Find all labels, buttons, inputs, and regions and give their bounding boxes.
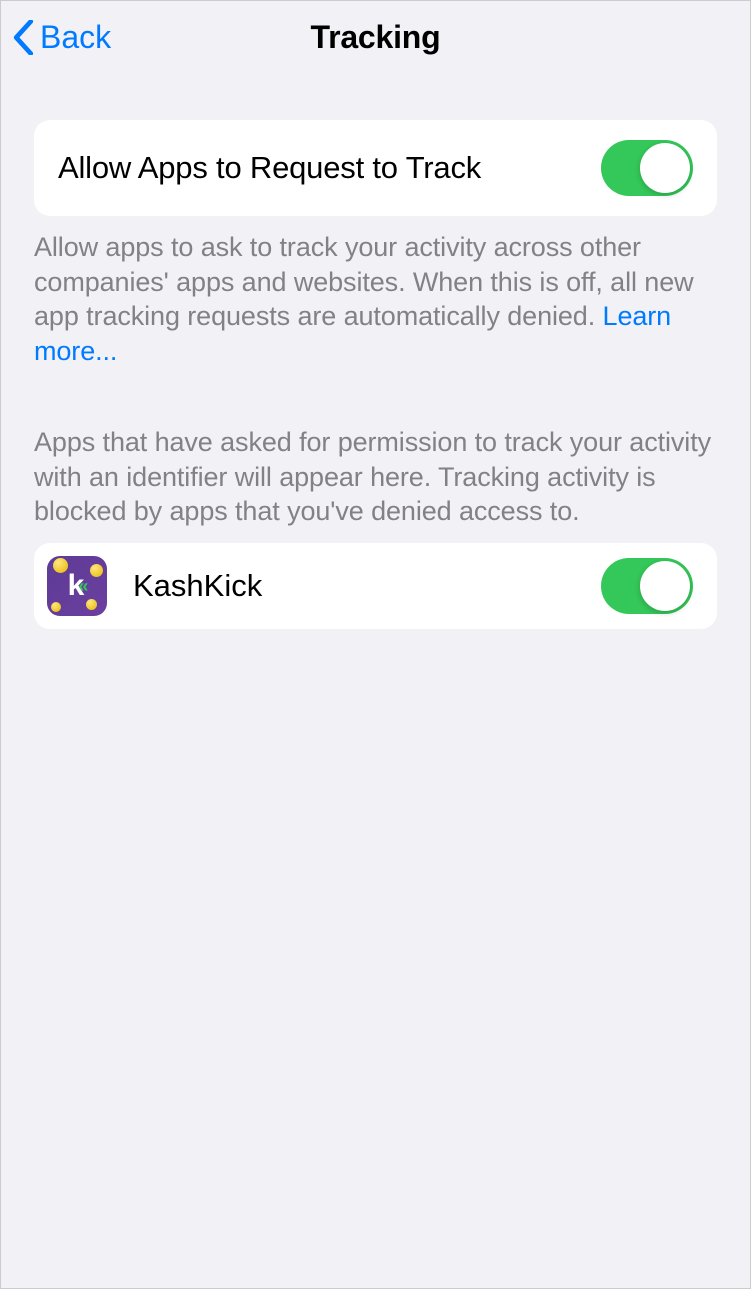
allow-tracking-label: Allow Apps to Request to Track xyxy=(58,150,481,186)
nav-header: Back Tracking xyxy=(1,1,750,74)
allow-tracking-row: Allow Apps to Request to Track xyxy=(34,120,717,216)
app-row-kashkick: k« KashKick xyxy=(34,543,717,629)
description-text: Allow apps to ask to track your activity… xyxy=(34,232,694,331)
back-button[interactable]: Back xyxy=(13,19,111,56)
back-label: Back xyxy=(40,19,111,56)
app-tracking-toggle-kashkick[interactable] xyxy=(601,558,693,614)
toggle-knob xyxy=(640,143,690,193)
apps-list-description: Apps that have asked for permission to t… xyxy=(34,368,717,543)
chevron-left-icon xyxy=(13,20,34,55)
allow-tracking-toggle[interactable] xyxy=(601,140,693,196)
page-title: Tracking xyxy=(1,19,750,56)
kashkick-app-icon: k« xyxy=(47,556,107,616)
toggle-knob xyxy=(640,561,690,611)
tracking-description: Allow apps to ask to track your activity… xyxy=(34,216,717,368)
app-name-label: KashKick xyxy=(133,568,601,604)
